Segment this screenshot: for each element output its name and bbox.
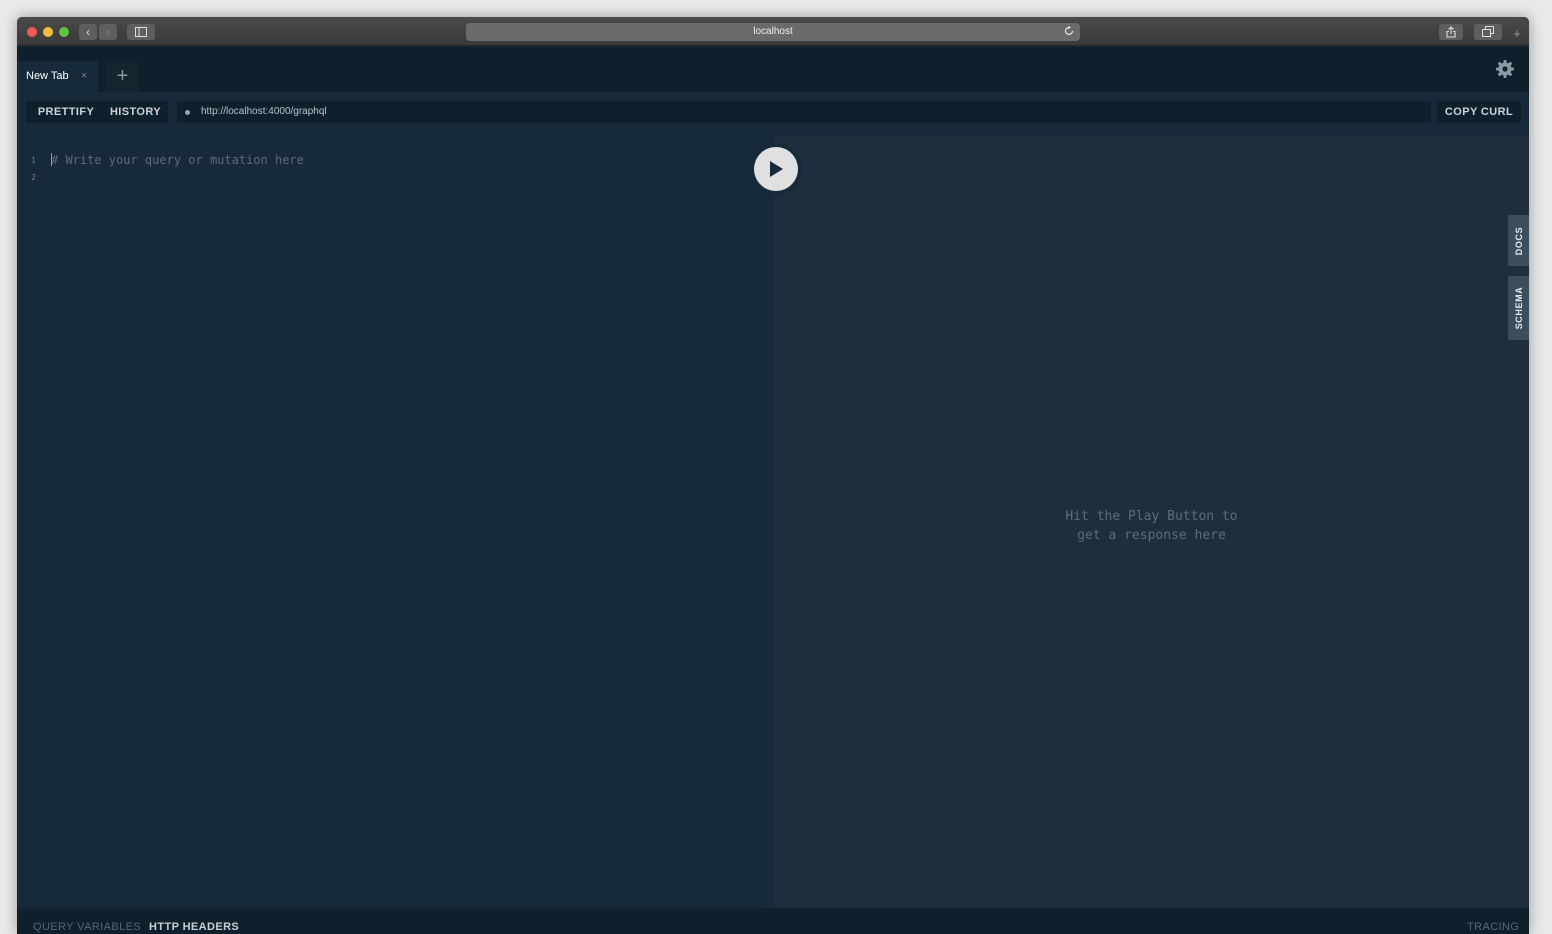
plus-icon: + [116,65,129,87]
line-number: 1 [31,156,36,165]
copy-curl-button[interactable]: COPY CURL [1437,101,1521,123]
query-editor[interactable]: 1 2 # Write your query or mutation here [17,135,774,908]
endpoint-input[interactable]: http://localhost:4000/graphql [177,101,1431,123]
history-button[interactable]: HISTORY [103,101,168,123]
query-variables-tab[interactable]: QUERY VARIABLES [33,921,141,933]
share-icon [1446,26,1456,38]
zoom-window-button[interactable] [59,27,69,37]
sidebar-toggle-button[interactable] [127,24,155,40]
line-number-gutter: 1 2 [31,152,36,186]
back-button[interactable]: ‹ [79,24,97,40]
share-button[interactable] [1439,24,1463,40]
schema-tab[interactable]: SCHEMA [1508,276,1529,340]
browser-toolbar: ‹ › localhost + [17,17,1529,46]
execute-query-button[interactable] [750,143,802,195]
new-browser-tab-button[interactable]: + [1510,27,1524,41]
show-tabs-button[interactable] [1474,24,1502,40]
tracing-tab[interactable]: TRACING [1467,921,1519,933]
connection-status-dot [185,110,190,115]
result-pane: Hit the Play Button to get a response he… [774,135,1529,912]
bottom-drawer-bar: QUERY VARIABLES HTTP HEADERS TRACING [17,908,1529,934]
http-headers-tab[interactable]: HTTP HEADERS [149,921,239,933]
line-number: 2 [31,173,36,182]
schema-tab-label: SCHEMA [1513,286,1524,330]
close-window-button[interactable] [27,27,37,37]
prettify-button[interactable]: PRETTIFY [26,101,106,123]
run-button-face [754,147,798,191]
endpoint-url: http://localhost:4000/graphql [201,106,327,117]
docs-tab-label: DOCS [1513,226,1524,255]
tab-label: New Tab [26,70,69,82]
chevron-left-icon: ‹ [86,25,90,39]
drawer-divider [17,908,763,912]
chevron-right-icon: › [106,25,110,39]
forward-button[interactable]: › [99,24,117,40]
sidebar-icon [135,27,147,37]
address-text: localhost [753,26,793,37]
reload-icon[interactable] [1063,25,1075,37]
docs-tab[interactable]: DOCS [1508,215,1529,266]
text-cursor [51,153,52,166]
editor-placeholder: # Write your query or mutation here [51,153,304,167]
result-placeholder-line: get a response here [1077,528,1226,543]
gear-icon[interactable] [1495,59,1515,79]
plus-icon: + [1513,26,1521,41]
minimize-window-button[interactable] [43,27,53,37]
tab-new-tab[interactable]: New Tab × [17,61,98,92]
close-icon[interactable]: × [81,61,87,92]
playground-tabbar: New Tab × + [17,47,1529,92]
result-placeholder-line: Hit the Play Button to [1065,509,1238,524]
address-bar[interactable]: localhost [466,23,1080,41]
add-tab-button[interactable]: + [106,61,139,92]
tabs-overview-icon [1482,26,1494,37]
playground-toolbar: PRETTIFY HISTORY http://localhost:4000/g… [17,92,1529,135]
result-placeholder: Hit the Play Button to get a response he… [774,507,1529,545]
browser-window: ‹ › localhost + New Tab × + PRETTIFY HIS… [17,17,1529,934]
play-icon [770,161,783,177]
